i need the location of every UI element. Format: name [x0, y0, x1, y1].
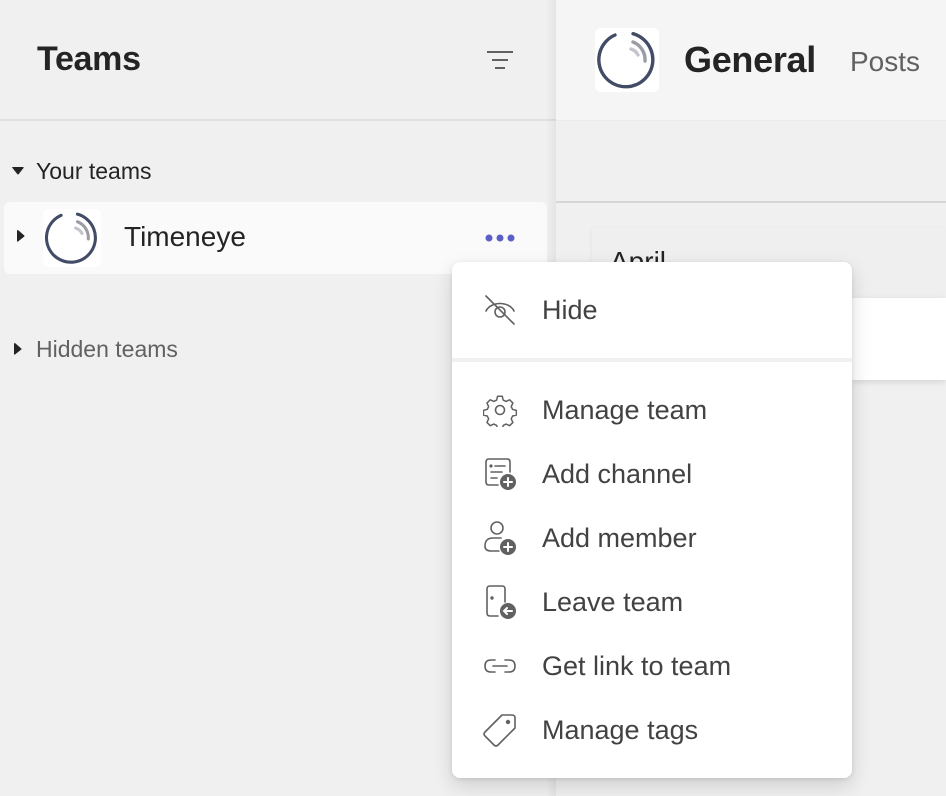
- team-name: Timeneye: [124, 221, 246, 252]
- add-channel-icon: [482, 456, 518, 492]
- channel-team-logo: [595, 28, 659, 92]
- link-icon: [482, 648, 518, 684]
- section-label: Your teams: [36, 157, 152, 184]
- team-context-menu: Hide Manage team Add channel Add member …: [452, 262, 852, 778]
- leave-team-icon: [482, 584, 518, 620]
- channel-header: General Posts: [556, 0, 946, 121]
- menu-item-leave-team[interactable]: Leave team: [452, 570, 852, 634]
- caret-right-icon: [0, 342, 36, 356]
- menu-item-add-member[interactable]: Add member: [452, 506, 852, 570]
- section-hidden-teams[interactable]: Hidden teams: [0, 334, 178, 364]
- menu-item-hide[interactable]: Hide: [452, 278, 852, 342]
- timeneye-logo-icon: [44, 212, 97, 264]
- menu-item-label: Manage team: [542, 394, 708, 425]
- message-card[interactable]: [852, 298, 946, 380]
- caret-down-icon: [0, 166, 36, 176]
- team-logo: [43, 209, 101, 267]
- menu-item-label: Leave team: [542, 586, 684, 617]
- sidebar-header: Teams: [0, 0, 556, 121]
- menu-item-manage-tags[interactable]: Manage tags: [452, 698, 852, 762]
- more-horizontal-icon: [485, 234, 515, 242]
- eye-off-icon: [482, 292, 518, 328]
- menu-item-manage-team[interactable]: Manage team: [452, 378, 852, 442]
- section-label: Hidden teams: [36, 335, 178, 362]
- menu-item-label: Hide: [542, 294, 598, 325]
- timeneye-logo-icon: [597, 32, 655, 89]
- team-more-options-button[interactable]: [480, 224, 520, 252]
- filter-button[interactable]: [482, 42, 518, 78]
- channel-subbar: [556, 121, 946, 203]
- gear-icon: [482, 392, 518, 428]
- sidebar-title: Teams: [37, 40, 141, 78]
- section-your-teams[interactable]: Your teams: [0, 156, 152, 186]
- menu-item-label: Manage tags: [542, 714, 699, 745]
- channel-title: General: [684, 39, 816, 80]
- menu-item-add-channel[interactable]: Add channel: [452, 442, 852, 506]
- menu-item-label: Get link to team: [542, 650, 732, 681]
- caret-right-icon[interactable]: [16, 229, 26, 248]
- menu-item-label: Add member: [542, 522, 697, 553]
- tag-icon: [482, 712, 518, 748]
- tab-posts[interactable]: Posts: [850, 46, 920, 78]
- menu-item-get-link[interactable]: Get link to team: [452, 634, 852, 698]
- menu-item-label: Add channel: [542, 458, 693, 489]
- add-person-icon: [482, 520, 518, 556]
- filter-icon: [487, 51, 513, 69]
- menu-divider: [452, 358, 852, 362]
